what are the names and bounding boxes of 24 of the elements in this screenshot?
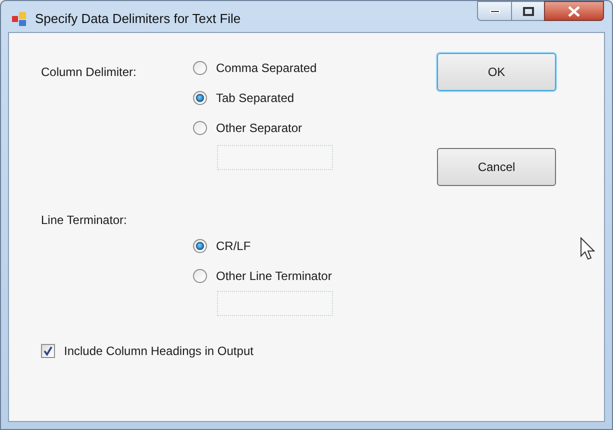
- radio-button[interactable]: [193, 121, 207, 135]
- close-icon: [568, 6, 580, 16]
- radio-button[interactable]: [193, 91, 207, 105]
- maximize-button[interactable]: [512, 1, 544, 21]
- radio-label: Comma Separated: [216, 60, 317, 77]
- section-label: Column Delimiter:: [41, 64, 138, 81]
- dialog-button[interactable]: Cancel: [437, 148, 556, 186]
- radio-label: Other Line Terminator: [216, 268, 332, 285]
- text-field[interactable]: [217, 145, 333, 170]
- checkbox-label: Include Column Headings in Output: [64, 343, 254, 360]
- window-title: Specify Data Delimiters for Text File: [35, 10, 241, 28]
- checkbox[interactable]: [41, 344, 55, 358]
- section-label: Line Terminator:: [41, 212, 128, 229]
- radio-label: CR/LF: [216, 238, 251, 255]
- radio-label: Other Separator: [216, 120, 302, 137]
- cursor-icon: [580, 237, 596, 261]
- radio-button[interactable]: [193, 269, 207, 283]
- close-button[interactable]: [544, 1, 604, 21]
- radio-button[interactable]: [193, 61, 207, 75]
- radio-label: Tab Separated: [216, 90, 294, 107]
- radio-button[interactable]: [193, 239, 207, 253]
- app-icon: [11, 10, 27, 27]
- text-field[interactable]: [217, 291, 333, 316]
- dialog-button[interactable]: OK: [437, 53, 556, 91]
